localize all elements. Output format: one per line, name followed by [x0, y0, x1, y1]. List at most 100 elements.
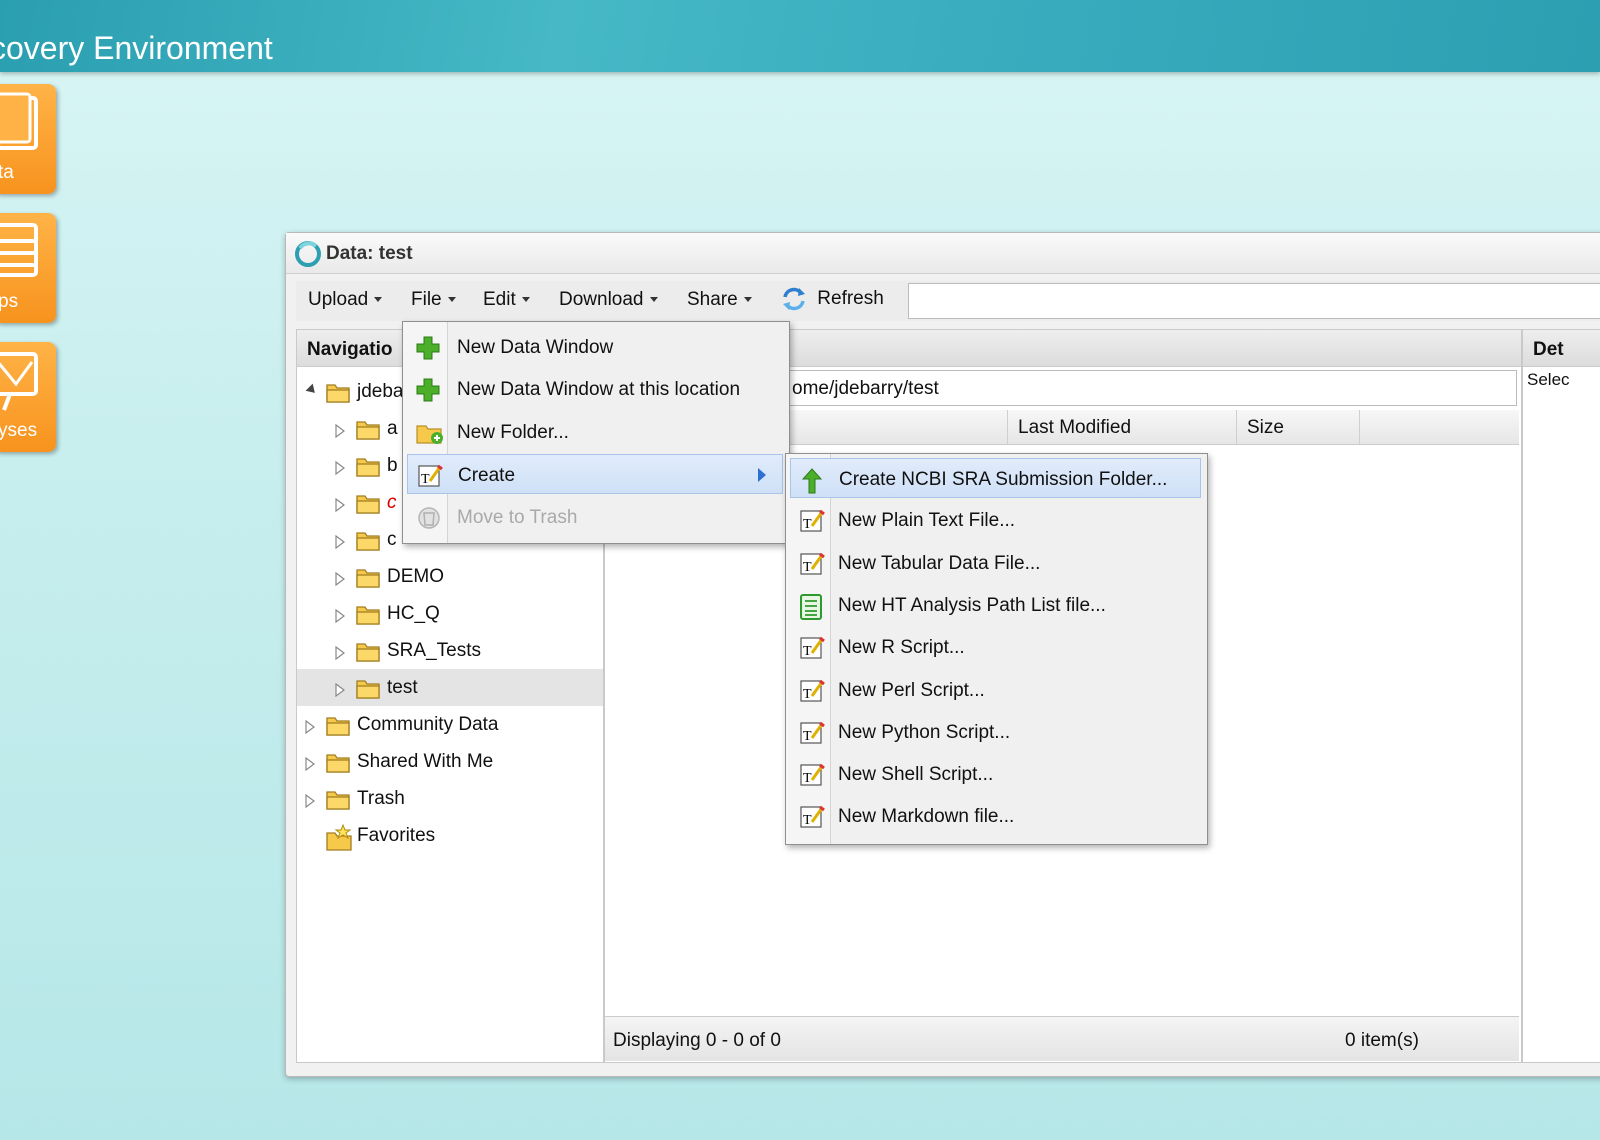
folder-icon: [355, 454, 381, 484]
details-panel: Det Selec: [1522, 329, 1600, 1063]
window-titlebar[interactable]: Data: test: [286, 233, 1600, 274]
analyses-icon: [0, 352, 38, 411]
expand-closed-icon[interactable]: [335, 533, 345, 555]
folder-icon: [355, 417, 381, 447]
svg-text:T: T: [803, 560, 812, 575]
folder-icon: [325, 380, 351, 410]
submenu-item-new-ht-analysis-path-list-file[interactable]: New HT Analysis Path List file...: [786, 585, 1207, 625]
expand-closed-icon[interactable]: [335, 607, 345, 629]
menu-item-label: Move to Trash: [457, 507, 578, 528]
column-last-modified[interactable]: Last Modified: [1007, 410, 1236, 444]
expand-closed-icon[interactable]: [335, 422, 345, 444]
expand-closed-icon[interactable]: [305, 792, 315, 814]
svg-text:T: T: [421, 472, 430, 487]
tree-item-hc-q[interactable]: HC_Q: [297, 595, 603, 632]
svg-text:T: T: [803, 687, 812, 702]
svg-text:T: T: [803, 813, 812, 828]
submenu-item-create-ncbi-sra-submission-folder[interactable]: Create NCBI SRA Submission Folder...: [790, 458, 1201, 498]
submenu-item-new-plain-text-file[interactable]: T New Plain Text File...: [786, 500, 1207, 540]
apps-tile-label: ps: [0, 291, 19, 312]
data-tile[interactable]: ta: [0, 84, 56, 194]
folder-icon: [355, 491, 381, 521]
tree-item-label: HC_Q: [387, 603, 440, 624]
text-file-icon: T: [798, 762, 826, 794]
create-submenu: Create NCBI SRA Submission Folder... T New…: [785, 453, 1208, 845]
menu-item-label: New Data Window: [457, 337, 614, 358]
expand-closed-icon[interactable]: [335, 459, 345, 481]
tree-item-label: jdeba: [357, 381, 404, 402]
menu-item-label: New Data Window at this location: [457, 379, 741, 400]
tree-item-test[interactable]: test: [297, 669, 603, 706]
text-file-icon: T: [798, 720, 826, 752]
tree-item-shared-with-me[interactable]: Shared With Me: [297, 743, 603, 780]
upload-menu-button[interactable]: Upload: [308, 289, 383, 311]
tree-item-community-data[interactable]: Community Data: [297, 706, 603, 743]
menu-item-label: Create: [458, 465, 516, 486]
chevron-down-icon: [743, 297, 752, 303]
path-field[interactable]: ome/jdebarry/test: [785, 370, 1517, 406]
navigation-header-label: Navigatio: [307, 339, 393, 360]
file-menu-button[interactable]: File: [411, 289, 456, 311]
text-file-icon: T: [798, 508, 826, 540]
favorites-folder-icon: [325, 823, 355, 858]
menu-item-label: New Markdown file...: [838, 806, 1015, 828]
chevron-down-icon: [521, 297, 530, 303]
path-list-icon: [798, 593, 824, 627]
expand-closed-icon[interactable]: [335, 496, 345, 518]
apps-tile[interactable]: ps: [0, 213, 56, 323]
menu-item-label: New Plain Text File...: [838, 510, 1016, 532]
submenu-item-new-tabular-data-file[interactable]: T New Tabular Data File...: [786, 543, 1207, 583]
tree-item-label: DEMO: [387, 566, 444, 587]
new-folder-icon: [415, 420, 445, 452]
tree-item-sra-tests[interactable]: SRA_Tests: [297, 632, 603, 669]
expand-closed-icon[interactable]: [305, 718, 315, 740]
menu-item-label: New Python Script...: [838, 721, 1011, 743]
svg-text:T: T: [803, 729, 812, 744]
search-input[interactable]: [908, 283, 1600, 319]
menu-item-create[interactable]: T Create: [407, 454, 783, 494]
tree-item-favorites[interactable]: Favorites: [297, 817, 603, 854]
create-file-icon: T: [416, 463, 444, 495]
submenu-item-new-perl-script[interactable]: T New Perl Script...: [786, 670, 1207, 710]
tree-item-label: Trash: [357, 788, 405, 809]
menu-item-new-folder[interactable]: New Folder...: [403, 412, 789, 452]
chevron-down-icon: [374, 297, 383, 303]
expand-closed-icon[interactable]: [335, 570, 345, 592]
menu-item-label: New Perl Script...: [838, 679, 985, 701]
menu-item-label: New Shell Script...: [838, 764, 994, 786]
analyses-tile[interactable]: yses: [0, 342, 56, 452]
expand-closed-icon[interactable]: [335, 681, 345, 703]
folder-icon: [355, 565, 381, 595]
tree-item-label: Community Data: [357, 714, 499, 735]
window-title: Data: test: [326, 243, 413, 264]
analyses-tile-label: yses: [0, 420, 38, 441]
tree-item-label: SRA_Tests: [387, 640, 481, 661]
toolbar: Upload File Edit Download Share Refresh: [296, 281, 1600, 321]
app-title: covery Environment: [0, 30, 273, 66]
column-size[interactable]: Size: [1236, 410, 1359, 444]
share-menu-button[interactable]: Share: [687, 289, 752, 311]
menu-item-new-data-window[interactable]: New Data Window: [403, 327, 789, 367]
folder-icon: [355, 528, 381, 558]
submenu-item-new-shell-script[interactable]: T New Shell Script...: [786, 754, 1207, 794]
tree-item-trash[interactable]: Trash: [297, 780, 603, 817]
refresh-button[interactable]: Refresh: [780, 285, 884, 313]
folder-icon: [325, 713, 351, 743]
tree-item-demo[interactable]: DEMO: [297, 558, 603, 595]
expand-closed-icon[interactable]: [335, 644, 345, 666]
svg-text:T: T: [803, 517, 812, 532]
folder-icon: [325, 750, 351, 780]
details-hint: Selec: [1527, 370, 1570, 389]
submenu-item-new-markdown-file[interactable]: T New Markdown file...: [786, 796, 1207, 836]
menu-item-label: New Folder...: [457, 422, 569, 443]
edit-menu-button[interactable]: Edit: [483, 289, 530, 311]
expand-closed-icon[interactable]: [305, 755, 315, 777]
expand-open-icon[interactable]: [305, 383, 319, 397]
column-extra: [1359, 410, 1520, 444]
plus-icon: [415, 377, 441, 409]
tree-item-label: Favorites: [357, 825, 436, 846]
download-menu-button[interactable]: Download: [559, 289, 658, 311]
menu-item-new-data-window-at-this-location[interactable]: New Data Window at this location: [403, 369, 789, 409]
submenu-item-new-r-script[interactable]: T New R Script...: [786, 627, 1207, 667]
submenu-item-new-python-script[interactable]: T New Python Script...: [786, 712, 1207, 752]
